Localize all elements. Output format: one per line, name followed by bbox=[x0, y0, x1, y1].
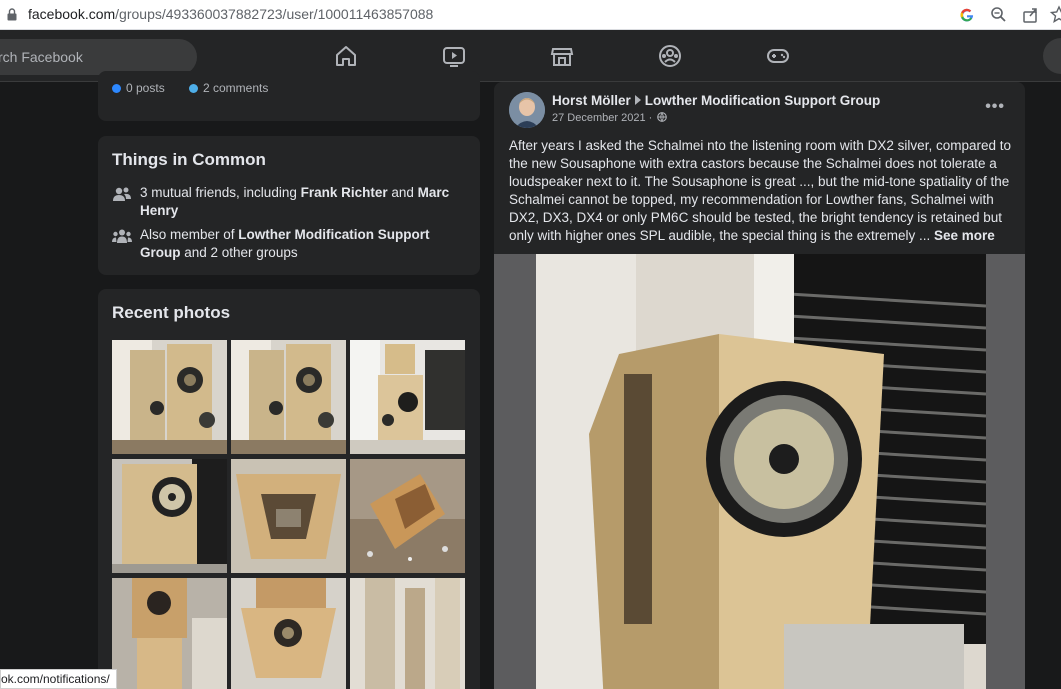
watch-icon[interactable] bbox=[441, 43, 467, 69]
zoom-icon[interactable] bbox=[989, 5, 1009, 25]
groups-members-icon bbox=[112, 229, 132, 243]
photo-thumbnail[interactable] bbox=[112, 578, 227, 689]
posts-dot-icon bbox=[112, 84, 121, 93]
things-in-common-card: Things in Common 3 mutual friends, inclu… bbox=[98, 136, 480, 275]
photo-thumbnail[interactable] bbox=[231, 578, 346, 689]
bookmark-star-icon[interactable] bbox=[1049, 5, 1061, 25]
post-group-link[interactable]: Lowther Modification Support Group bbox=[645, 93, 880, 108]
photo-thumbnail[interactable] bbox=[350, 578, 465, 689]
url-host: facebook.com bbox=[28, 6, 116, 22]
member-stats-card: 0 posts 2 comments bbox=[98, 71, 480, 121]
comments-dot-icon bbox=[189, 84, 198, 93]
share-icon[interactable] bbox=[1021, 5, 1041, 25]
post-date-line: 27 December 2021 · bbox=[552, 112, 668, 124]
browser-address-bar: facebook.com/groups/493360037882723/user… bbox=[0, 0, 1061, 30]
home-icon[interactable] bbox=[333, 43, 359, 69]
globe-icon bbox=[657, 112, 668, 122]
photo-thumbnail[interactable] bbox=[112, 340, 227, 454]
post-date[interactable]: 27 December 2021 · bbox=[552, 112, 652, 124]
post-options-button[interactable]: ••• bbox=[985, 98, 1005, 116]
search-placeholder: rch Facebook bbox=[0, 49, 83, 65]
recent-photos-title: Recent photos bbox=[112, 303, 231, 322]
posts-label: 0 posts bbox=[126, 81, 165, 95]
photo-thumbnail[interactable] bbox=[231, 340, 346, 454]
author-avatar[interactable] bbox=[509, 92, 545, 128]
member-prefix-text: Also member of bbox=[140, 227, 239, 242]
mutual-friends-text: 3 mutual friends, including bbox=[140, 185, 301, 200]
group-post-card: Horst Möller Lowther Modification Support… bbox=[494, 82, 1025, 689]
photo-thumbnail[interactable] bbox=[231, 459, 346, 573]
lock-icon[interactable] bbox=[7, 8, 17, 21]
posts-count: 0 posts bbox=[112, 81, 165, 95]
google-icon[interactable] bbox=[957, 5, 977, 25]
post-author-line: Horst Möller Lowther Modification Support… bbox=[552, 93, 880, 108]
post-image[interactable] bbox=[494, 254, 1025, 689]
author-name-link[interactable]: Horst Möller bbox=[552, 93, 631, 108]
gaming-icon[interactable] bbox=[765, 43, 791, 69]
url-path: /groups/493360037882723/user/10001146385… bbox=[115, 6, 434, 22]
friends-and-text: and bbox=[387, 185, 418, 200]
groups-icon[interactable] bbox=[657, 43, 683, 69]
things-in-common-title: Things in Common bbox=[112, 150, 266, 169]
status-bar-link: ok.com/notifications/ bbox=[0, 669, 117, 689]
post-body: After years I asked the Schalmei nto the… bbox=[509, 137, 1014, 245]
photo-thumbnail[interactable] bbox=[112, 459, 227, 573]
comments-count: 2 comments bbox=[189, 81, 268, 95]
shared-groups-row: Also member of Lowther Modification Supp… bbox=[112, 226, 467, 262]
photo-thumbnail[interactable] bbox=[350, 459, 465, 573]
member-suffix-text: and 2 other groups bbox=[180, 245, 298, 260]
friend-link-frank[interactable]: Frank Richter bbox=[301, 185, 388, 200]
arrow-right-icon bbox=[634, 95, 641, 105]
marketplace-icon[interactable] bbox=[549, 43, 575, 69]
see-more-link[interactable]: See more bbox=[934, 228, 995, 243]
comments-label: 2 comments bbox=[203, 81, 269, 95]
recent-photos-card: Recent photos bbox=[98, 289, 480, 689]
search-input[interactable]: rch Facebook bbox=[0, 39, 197, 75]
url-field[interactable]: facebook.com/groups/493360037882723/user… bbox=[28, 6, 433, 22]
friends-icon bbox=[113, 187, 131, 201]
mutual-friends-row: 3 mutual friends, including Frank Richte… bbox=[112, 184, 467, 220]
photo-thumbnail[interactable] bbox=[350, 340, 465, 454]
profile-menu-button[interactable] bbox=[1043, 38, 1061, 74]
